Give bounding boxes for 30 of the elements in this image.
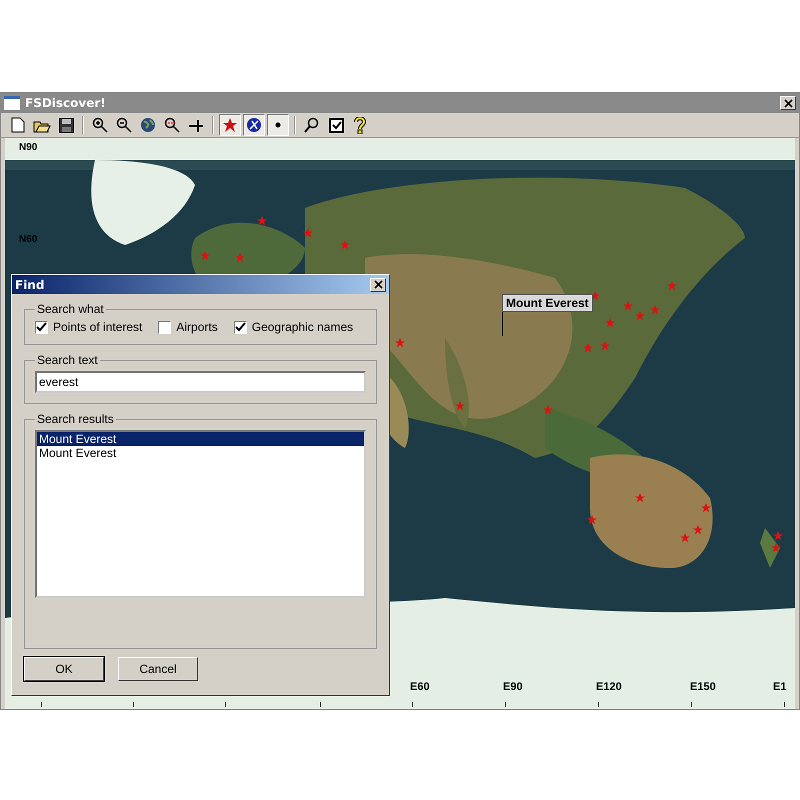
checkbox-label: Points of interest (53, 320, 142, 334)
close-button[interactable] (780, 96, 796, 110)
close-icon (374, 280, 382, 289)
group-label: Search text (36, 353, 99, 367)
longitude-label: E120 (596, 681, 622, 693)
close-icon (784, 98, 792, 108)
latitude-label: N90 (19, 142, 38, 153)
latitude-label: N60 (19, 234, 38, 245)
window-icon (4, 96, 20, 110)
result-item[interactable]: Mount Everest (37, 446, 364, 460)
dialog-title: Find (15, 278, 44, 292)
longitude-label: E150 (690, 681, 716, 693)
checkbox[interactable] (158, 320, 172, 334)
result-item[interactable]: Mount Everest (37, 432, 364, 446)
longitude-label: E90 (503, 681, 523, 693)
ok-button[interactable]: OK (24, 657, 104, 681)
map-callout: Mount Everest (502, 294, 593, 312)
checkbox[interactable] (234, 320, 247, 334)
group-label: Search results (36, 412, 115, 426)
close-button[interactable] (370, 278, 386, 292)
checkbox[interactable] (35, 320, 48, 334)
longitude-label: E60 (410, 681, 430, 693)
group-label: Search what (36, 302, 105, 316)
window-title: FSDiscover! (25, 96, 107, 110)
longitude-label: E1 (773, 681, 786, 693)
search-field[interactable]: everest (35, 371, 366, 393)
cancel-button[interactable]: Cancel (118, 657, 198, 681)
checkbox-label: Airports (176, 320, 218, 334)
callout-leader-line (502, 310, 503, 336)
checkbox-label: Geographic names (252, 320, 354, 334)
